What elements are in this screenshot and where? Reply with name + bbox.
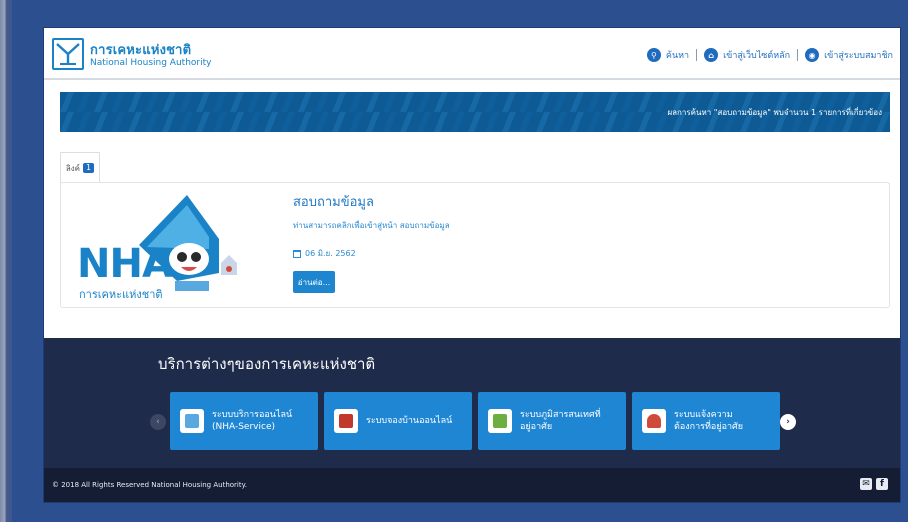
tab-links-label: ลิงค์ xyxy=(65,163,81,173)
house-pin-icon xyxy=(642,409,666,433)
services-title: บริการต่างๆของการเคหะแห่งชาติ xyxy=(158,355,376,373)
calendar-icon xyxy=(293,249,301,258)
nav-search[interactable]: ⚲ ค้นหา xyxy=(640,48,696,62)
nha-letters: NHA xyxy=(77,241,173,287)
home-icon: ⌂ xyxy=(704,48,719,62)
service-label: ระบบแจ้งความ ต้องการที่อยู่อาศัย xyxy=(674,409,743,433)
service-label: ระบบบริการออนไลน์ (NHA-Service) xyxy=(212,409,292,433)
nav-member-login[interactable]: ◉ เข้าสู่ระบบสมาชิก xyxy=(798,48,900,62)
service-label-line1: ระบบภูมิสารสนเทศที่ xyxy=(520,410,601,420)
search-result-banner: ผลการค้นหา "สอบถามข้อมูล" พบจำนวน 1 รายก… xyxy=(60,92,890,132)
result-tabs: ลิงค์ 1 xyxy=(60,152,890,184)
site-footer: © 2018 All Rights Reserved National Hous… xyxy=(44,468,900,502)
nha-mascot-logo[interactable]: NHA การเคหะแห่งชาติ xyxy=(69,189,239,303)
browser-page: การเคหะแห่งชาติ National Housing Authori… xyxy=(44,28,900,502)
map-icon xyxy=(488,409,512,433)
read-more-button[interactable]: อ่านต่อ... xyxy=(293,271,335,293)
copyright-text: © 2018 All Rights Reserved National Hous… xyxy=(52,481,247,489)
site-header: การเคหะแห่งชาติ National Housing Authori… xyxy=(44,28,900,80)
services-section: บริการต่างๆของการเคหะแห่งชาติ ‹ ระบบบริก… xyxy=(44,338,900,468)
service-label-line1: ระบบจองบ้านออนไลน์ xyxy=(366,416,453,426)
top-nav: ⚲ ค้นหา ⌂ เข้าสู่เว็บไซต์หลัก ◉ เข้าสู่ร… xyxy=(640,48,900,62)
computer-icon xyxy=(180,409,204,433)
house-icon xyxy=(334,409,358,433)
facebook-icon[interactable]: f xyxy=(876,478,888,490)
result-date: 06 มิ.ย. 2562 xyxy=(293,247,356,260)
service-card-house-booking[interactable]: ระบบจองบ้านออนไลน์ xyxy=(324,392,472,450)
search-icon: ⚲ xyxy=(646,48,661,62)
nha-caption: การเคหะแห่งชาติ xyxy=(79,288,163,301)
service-label: ระบบภูมิสารสนเทศที่ อยู่อาศัย xyxy=(520,409,601,433)
service-label: ระบบจองบ้านออนไลน์ xyxy=(366,415,452,427)
tab-links-count-badge: 1 xyxy=(83,163,95,173)
service-card-housing-request[interactable]: ระบบแจ้งความ ต้องการที่อยู่อาศัย xyxy=(632,392,780,450)
nha-logo-icon[interactable] xyxy=(52,38,84,70)
tab-links[interactable]: ลิงค์ 1 xyxy=(60,152,100,184)
nav-search-label: ค้นหา xyxy=(665,51,690,61)
service-label-line2: ต้องการที่อยู่อาศัย xyxy=(674,422,744,432)
service-card-nha-service[interactable]: ระบบบริการออนไลน์ (NHA-Service) xyxy=(170,392,318,450)
email-icon[interactable]: ✉ xyxy=(860,478,872,490)
carousel-next-button[interactable]: › xyxy=(780,414,796,430)
service-label-line1: ระบบแจ้งความ xyxy=(674,410,733,420)
nav-main-site[interactable]: ⌂ เข้าสู่เว็บไซต์หลัก xyxy=(697,48,797,62)
nav-main-site-label: เข้าสู่เว็บไซต์หลัก xyxy=(723,51,791,61)
service-card-geo-info[interactable]: ระบบภูมิสารสนเทศที่ อยู่อาศัย xyxy=(478,392,626,450)
globe-icon: ◉ xyxy=(805,48,820,62)
logo-english-text[interactable]: National Housing Authority xyxy=(90,58,211,68)
left-sidebar-strip xyxy=(0,0,12,522)
service-label-line1: ระบบบริการออนไลน์ xyxy=(212,410,293,420)
nav-member-login-label: เข้าสู่ระบบสมาชิก xyxy=(824,51,893,61)
result-card: NHA การเคหะแห่งชาติ สอบถามข้อมูล ท่านสาม… xyxy=(60,182,890,308)
footer-social: ✉ f xyxy=(860,478,888,490)
search-result-summary: ผลการค้นหา "สอบถามข้อมูล" พบจำนวน 1 รายก… xyxy=(667,108,882,117)
result-description: ท่านสามารถคลิกเพื่อเข้าสู่หน้า สอบถามข้อ… xyxy=(293,221,450,230)
service-label-line2: (NHA-Service) xyxy=(212,422,275,432)
result-title-link[interactable]: สอบถามข้อมูล xyxy=(293,191,374,212)
result-date-text: 06 มิ.ย. 2562 xyxy=(305,249,356,258)
carousel-prev-button[interactable]: ‹ xyxy=(150,414,166,430)
logo-thai-text[interactable]: การเคหะแห่งชาติ xyxy=(90,39,191,60)
service-label-line2: อยู่อาศัย xyxy=(520,422,553,432)
